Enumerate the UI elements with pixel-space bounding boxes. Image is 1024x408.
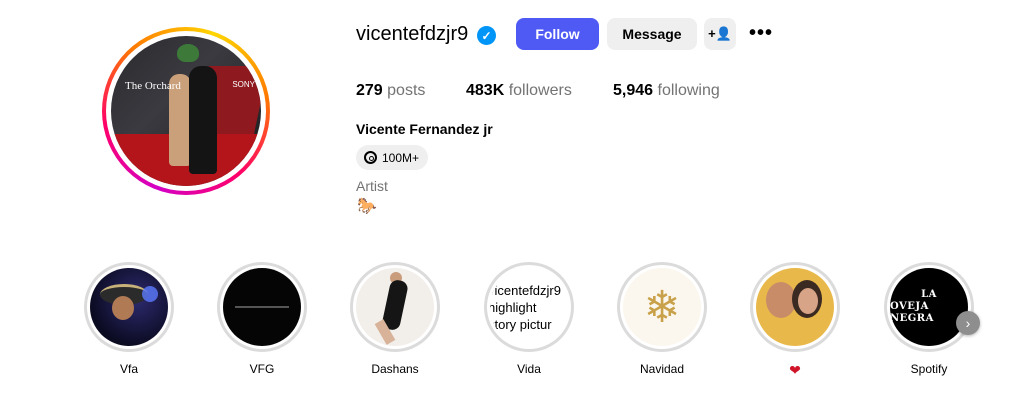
chevron-right-icon[interactable]: › <box>956 311 980 335</box>
thumbnail-text-line-1: LA <box>921 289 937 300</box>
profile-full-name: Vicente Fernandez jr <box>356 121 493 137</box>
highlight-thumbnail: ❄ <box>623 268 701 346</box>
posts-count: 279 <box>356 82 383 99</box>
threads-count: 100M+ <box>382 150 420 165</box>
highlight-label-dashans[interactable]: Dashans <box>335 362 455 376</box>
bio-emoji: 🐎 <box>357 198 377 215</box>
following-count: 5,946 <box>613 82 654 99</box>
highlight-thumbnail <box>223 268 301 346</box>
stage-light <box>142 286 158 302</box>
avatar-plant <box>177 44 199 62</box>
person-face-2 <box>798 288 818 314</box>
profile-username: vicentefdzjr9 <box>356 23 469 45</box>
highlight-vfg[interactable] <box>217 262 307 352</box>
highlight-navidad[interactable]: ❄ <box>617 262 707 352</box>
highlight-label-vfa[interactable]: Vfa <box>69 362 189 376</box>
highlight-label-heart-icon[interactable]: ❤ <box>735 362 855 379</box>
followers-label: followers <box>508 82 572 99</box>
face-shape <box>112 296 134 320</box>
threads-badge[interactable]: 100M+ <box>356 145 428 170</box>
highlight-thumbnail: LA OVEJA NEGRA <box>890 268 968 346</box>
thumbnail-text-line-3: story pictur <box>490 317 552 332</box>
message-button[interactable]: Message <box>607 18 697 50</box>
thumbnail-text-line-1: vicentefdzjr9 <box>490 283 561 298</box>
highlight-thumbnail <box>356 268 434 346</box>
verified-badge-icon: ✓ <box>477 26 496 45</box>
avatar-backdrop-text-right: SONY <box>232 80 255 89</box>
thumbnail-text-line-2: highlight <box>490 300 537 315</box>
snowflake-icon: ❄ <box>643 282 681 332</box>
posts-label: posts <box>387 82 426 99</box>
highlight-thumbnail <box>756 268 834 346</box>
highlight-label-vfg[interactable]: VFG <box>202 362 322 376</box>
highlight-vfa[interactable] <box>84 262 174 352</box>
highlight-thumbnail: vicentefdzjr9 highlight story pictur <box>490 268 568 346</box>
avatar-person-2 <box>189 66 217 174</box>
highlight-label-spotify[interactable]: Spotify <box>869 362 989 376</box>
more-options-icon[interactable]: ••• <box>749 22 773 45</box>
highlight-dashans[interactable] <box>350 262 440 352</box>
followers-stat[interactable]: 483K followers <box>466 82 572 100</box>
highlight-label-vida[interactable]: Vida <box>469 362 589 376</box>
thumbnail-text-line <box>235 306 289 308</box>
highlight-spotify[interactable]: LA OVEJA NEGRA <box>884 262 974 352</box>
follow-button[interactable]: Follow <box>516 18 599 50</box>
avatar[interactable]: The Orchard SONY <box>111 36 261 186</box>
following-stat[interactable]: 5,946 following <box>613 82 720 100</box>
highlight-vida[interactable]: vicentefdzjr9 highlight story pictur <box>484 262 574 352</box>
threads-icon <box>364 151 377 164</box>
posts-stat: 279 posts <box>356 82 425 100</box>
profile-category: Artist <box>356 178 388 194</box>
highlight-label-navidad[interactable]: Navidad <box>602 362 722 376</box>
highlight-heart[interactable] <box>750 262 840 352</box>
followers-count: 483K <box>466 82 505 99</box>
add-user-icon[interactable]: +👤 <box>704 18 736 50</box>
highlight-thumbnail <box>90 268 168 346</box>
thumbnail-text: vicentefdzjr9 highlight story pictur <box>490 282 561 333</box>
avatar-backdrop-text: The Orchard <box>125 80 181 92</box>
profile-avatar-ring[interactable]: The Orchard SONY <box>102 27 270 195</box>
following-label: following <box>657 82 720 99</box>
